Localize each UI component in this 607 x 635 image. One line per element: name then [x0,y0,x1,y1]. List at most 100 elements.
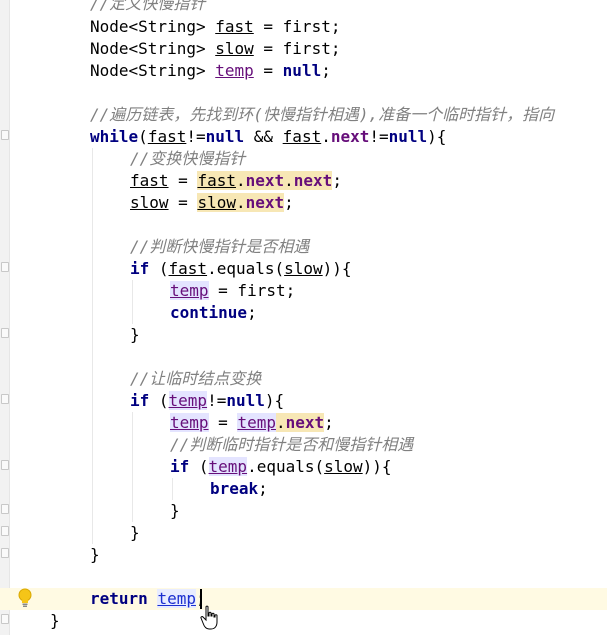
code-token: null [388,127,428,146]
code-token: temp [237,413,276,432]
code-token: slow [130,193,169,212]
code-line[interactable]: temp = first; [0,280,607,302]
code-token: = first; [253,39,341,58]
code-line[interactable]: continue; [0,302,607,324]
code-token: ( [149,259,169,278]
code-editor[interactable]: //定义快慢指针 Node<String> fast = first; Node<S… [0,0,607,635]
code-token: )){ [322,259,352,278]
code-line[interactable]: Node<String> fast = first; [0,16,607,38]
code-token: //判断临时指针是否和慢指针相遇 [170,435,414,454]
code-token: fast [282,127,322,146]
code-line[interactable]: } [0,610,607,632]
code-line[interactable]: } [0,522,607,544]
code-line[interactable]: } [0,324,607,346]
code-token: slow [284,259,323,278]
code-line[interactable]: if (temp.equals(slow)){ [0,456,607,478]
code-token: while [90,127,139,146]
code-token: temp [170,281,209,300]
code-token: = [168,171,198,190]
code-token: ( [189,457,209,476]
code-token: if [130,391,150,410]
code-token: = [208,413,238,432]
code-line[interactable]: //变换快慢指针 [0,148,607,170]
code-token: //定义快慢指针 [90,0,206,13]
code-token: //遍历链表，先找到环(快慢指针相遇),准备一个临时指针，指向 [90,105,555,124]
code-token: .equals( [207,259,285,278]
code-token: fast [197,171,236,190]
code-line-current[interactable]: return temp; [0,588,607,610]
code-token: fast [147,127,187,146]
code-token: ( [149,391,169,410]
code-token: next [293,171,333,190]
code-token: if [170,457,190,476]
code-token: //判断快慢指针是否相遇 [130,237,310,256]
code-token: ; [258,479,268,498]
code-token: fast [168,259,208,278]
code-line[interactable]: Node<String> slow = first; [0,38,607,60]
code-line[interactable]: //定义快慢指针 [0,0,607,15]
code-token: .equals( [247,457,325,476]
code-token: fast [130,171,169,190]
code-token: = [168,193,198,212]
code-line[interactable]: break; [0,478,607,500]
code-line[interactable]: fast = fast.next.next; [0,170,607,192]
code-token: slow [215,39,254,58]
code-line[interactable]: //判断快慢指针是否相遇 [0,236,607,258]
code-token: null [205,127,245,146]
code-token: ){ [427,127,447,146]
code-line[interactable]: if (fast.equals(slow)){ [0,258,607,280]
code-token: slow [197,193,236,212]
code-token: ; [321,61,331,80]
code-line[interactable]: //遍历链表，先找到环(快慢指针相遇),准备一个临时指针，指向 [0,104,607,126]
code-token: continue [170,303,248,322]
code-token: fast [215,17,254,36]
code-token: temp [215,61,254,80]
code-token: . [321,127,331,146]
code-token: != [186,127,206,146]
code-token: temp [208,457,248,476]
code-token: break [210,479,259,498]
code-token: ( [138,127,148,146]
code-token: = first; [253,17,341,36]
code-token: next [285,413,325,432]
code-line[interactable]: //判断临时指针是否和慢指针相遇 [0,434,607,456]
code-token: temp [168,391,208,410]
code-line[interactable]: //让临时结点变换 [0,368,607,390]
lightbulb-icon[interactable] [18,588,32,608]
code-line[interactable]: Node<String> temp = null; [0,60,607,82]
code-token: Node<String> [90,17,216,36]
code-token: . [284,171,294,190]
code-token: } [130,325,140,344]
code-token: temp [170,413,209,432]
code-line[interactable]: if (temp!=null){ [0,390,607,412]
hand-cursor-icon [200,605,218,630]
code-token: //变换快慢指针 [130,149,246,168]
code-token: null [282,61,322,80]
code-line[interactable]: slow = slow.next; [0,192,607,214]
code-token: . [235,193,246,212]
code-token: next [330,127,370,146]
code-token: } [170,501,180,520]
code-token: return [90,589,148,608]
code-line[interactable]: } [0,544,607,566]
code-token: slow [324,457,363,476]
code-token: temp [157,589,196,608]
code-token: next [245,193,285,212]
code-token: ; [324,413,334,432]
code-token: != [369,127,389,146]
code-line[interactable]: while(fast!=null && fast.next!=null){ [0,126,607,148]
code-token: if [130,259,150,278]
code-token: Node<String> [90,39,216,58]
code-token: = first; [208,281,296,300]
code-token: != [207,391,227,410]
code-token: } [90,545,100,564]
code-token: )){ [362,457,392,476]
code-token: next [245,171,285,190]
code-token: //让临时结点变换 [130,369,262,388]
code-line[interactable]: temp = temp.next; [0,412,607,434]
code-token: . [235,171,246,190]
code-token: } [50,611,60,630]
code-line[interactable]: } [0,500,607,522]
code-token: } [130,523,140,542]
